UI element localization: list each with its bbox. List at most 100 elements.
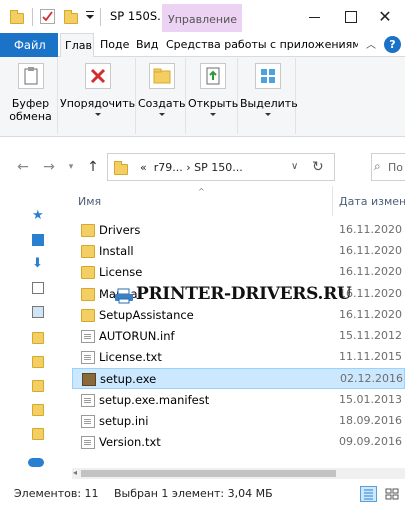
folder-icon[interactable] [32,332,44,344]
file-row[interactable]: License.txt 11.11.2015 14 [72,347,405,368]
file-name: setup.ini [99,414,149,428]
file-name: Version.txt [99,435,161,449]
file-name: SetupAssistance [99,308,194,322]
tab-home[interactable]: Главн [60,33,94,57]
navigation-bar: ← → ▾ ↑ « r79... › SP 150... ∨ ↻ ⌕ По [0,150,405,184]
folder-icon[interactable] [32,356,44,368]
new-folder-icon [148,63,175,89]
title-bar: SP 150S... Управление ✕ [0,0,405,33]
help-icon[interactable]: ? [384,36,401,53]
group-select[interactable]: Выделить [240,58,298,134]
folder-icon [81,266,95,279]
file-name: setup.exe [100,372,157,386]
ribbon-tabs: Файл Главн Поде Вид Средства работы с пр… [0,33,405,57]
desktop-icon[interactable] [32,234,44,246]
context-tab-label: Управление [168,13,238,26]
file-row[interactable]: setup.ini 18.09.2016 9: [72,411,405,432]
selection-info: Выбран 1 элемент: 3,04 МБ [114,487,273,500]
file-date: 02.12.2016 16 [340,372,405,385]
address-dropdown-icon[interactable]: ∨ [291,161,298,172]
file-name: setup.exe.manifest [99,393,210,407]
folder-icon [114,161,128,175]
up-arrow-icon[interactable]: ↑ [84,158,102,176]
navigation-pane: ★ ⬇ [0,186,48,476]
tab-share[interactable]: Поде [96,33,130,57]
window-title: SP 150S... [110,9,169,23]
ribbon: Буфер обмена Упорядочить Создать Открыть … [0,57,405,137]
customize-qat-icon[interactable] [86,11,94,21]
horizontal-scrollbar[interactable]: ◂ [72,468,405,479]
refresh-icon[interactable]: ↻ [312,159,324,175]
file-date: 11.11.2015 14 [339,350,405,363]
quick-access-star-icon[interactable]: ★ [32,209,44,222]
file-row[interactable]: Drivers 16.11.2020 11 [72,220,405,241]
address-bar[interactable]: « r79... › SP 150... ∨ ↻ [107,153,335,181]
file-date: 16.11.2020 11 [339,244,405,257]
group-open[interactable]: Открыть [188,58,238,134]
clipboard-icon [17,63,44,89]
file-row[interactable]: License 16.11.2020 11 [72,262,405,283]
recent-chevron-icon[interactable]: ▾ [62,158,80,176]
search-placeholder: По [388,161,404,174]
file-row[interactable]: SetupAssistance 16.11.2020 11 [72,305,405,326]
chevron-up-icon[interactable]: ︿ [363,36,379,52]
file-date: 16.11.2020 11 [339,308,405,321]
file-date: 16.11.2020 11 [339,223,405,236]
folder-icon[interactable] [32,380,44,392]
delete-x-icon [84,63,111,89]
tab-view-label: Вид [136,38,159,51]
maximize-button[interactable] [336,8,366,26]
file-date: 15.01.2013 16 [339,393,405,406]
tab-app-tools[interactable]: Средства работы с приложениями [162,33,358,57]
back-arrow-icon[interactable]: ← [14,158,32,176]
documents-icon[interactable] [32,282,44,294]
column-divider[interactable] [332,186,333,216]
pictures-icon[interactable] [32,306,44,318]
file-date: 15.11.2012 16 [339,329,405,342]
file-name: Install [99,244,134,258]
folder-icon[interactable] [32,404,44,416]
file-date: 18.09.2016 9: [339,414,405,427]
address-path: « r79... › SP 150... [140,161,243,174]
details-view-button[interactable] [360,486,377,502]
file-row[interactable]: AUTORUN.inf 15.11.2012 16 [72,326,405,347]
file-icon [81,394,95,407]
forward-arrow-icon[interactable]: → [40,158,58,176]
app-icon [82,373,96,386]
scrollbar-thumb[interactable] [81,470,336,477]
large-icons-view-button[interactable] [383,486,400,502]
tab-file[interactable]: Файл [0,33,58,57]
file-row[interactable]: Install 16.11.2020 11 [72,241,405,262]
file-name: AUTORUN.inf [99,329,175,343]
group-organize[interactable]: Упорядочить [60,58,136,134]
group-organize-label: Упорядочить [60,97,136,110]
group-new[interactable]: Создать [138,58,186,134]
close-button[interactable]: ✕ [370,6,400,28]
file-row[interactable]: setup.exe 02.12.2016 16 [72,368,405,389]
properties-icon[interactable] [40,9,55,24]
search-input[interactable]: ⌕ По [371,153,405,181]
file-date: 16.11.2020 11 [339,265,405,278]
group-clipboard[interactable]: Буфер обмена [4,58,58,134]
dropdown-arrow-icon [209,113,216,116]
context-tab-manage[interactable]: Управление [162,4,242,32]
file-row[interactable]: Version.txt 09.09.2016 20 [72,432,405,453]
folder-icon[interactable] [32,428,44,440]
open-icon [199,63,226,89]
column-name[interactable]: Имя [78,195,101,208]
new-folder-icon[interactable] [64,10,78,24]
group-open-label: Открыть [188,97,239,110]
item-count: Элементов: 11 [14,487,99,500]
column-date[interactable]: Дата измене [339,195,405,208]
downloads-icon[interactable]: ⬇ [32,257,44,270]
dropdown-arrow-icon [158,113,165,116]
file-icon [81,351,95,364]
file-row[interactable]: setup.exe.manifest 15.01.2013 16 [72,390,405,411]
minimize-button[interactable] [300,8,330,26]
onedrive-cloud-icon[interactable] [28,458,44,467]
tab-view[interactable]: Вид [132,33,160,57]
file-name: License [99,265,143,279]
watermark: PRINTER-DRIVERS.RU [114,284,360,308]
scroll-left-icon[interactable]: ◂ [73,468,77,477]
file-icon [81,330,95,343]
